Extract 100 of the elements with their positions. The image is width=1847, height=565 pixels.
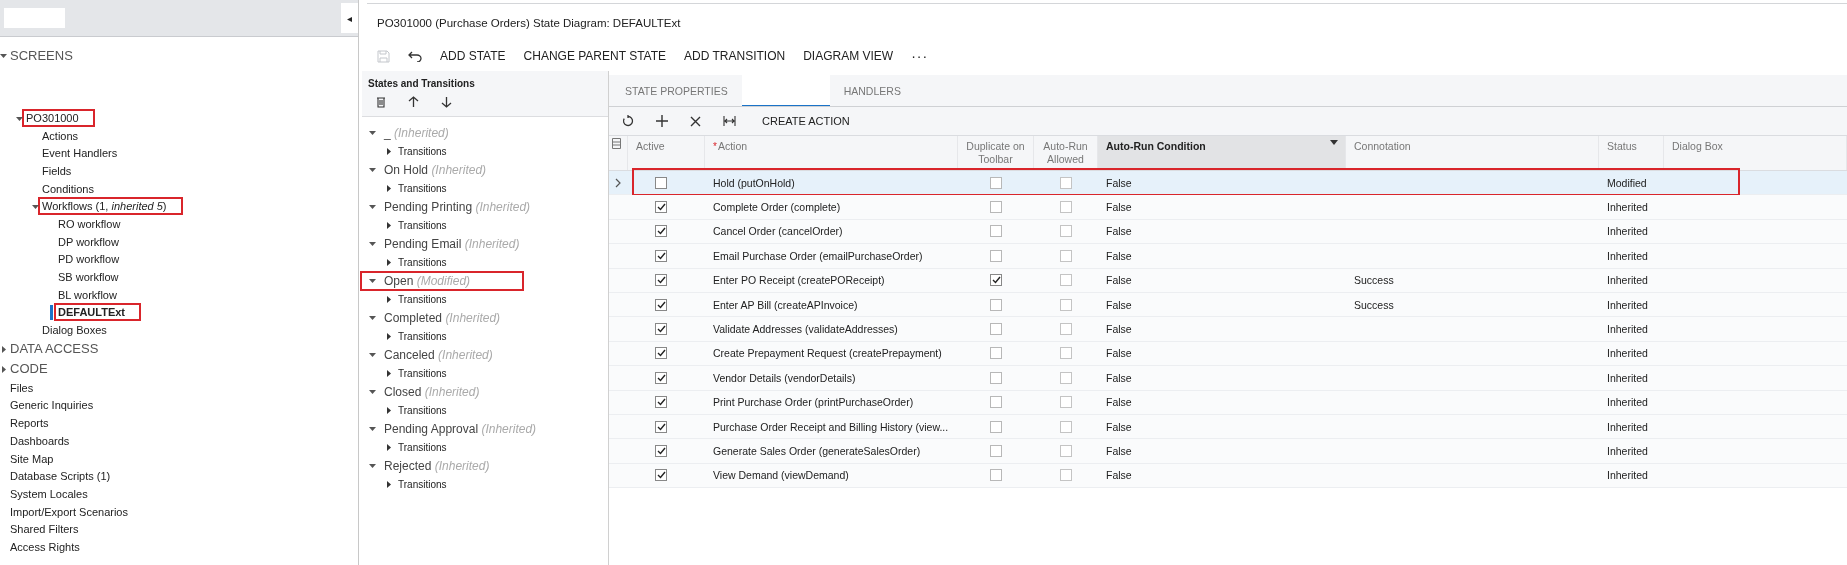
caret-right-icon[interactable] xyxy=(0,365,7,373)
tree-item[interactable]: Conditions xyxy=(38,179,98,198)
caret-right-icon[interactable] xyxy=(385,184,392,192)
checkbox[interactable] xyxy=(655,176,667,189)
checkbox[interactable] xyxy=(1060,298,1072,311)
tree-item[interactable]: DP workflow xyxy=(54,232,123,251)
checkbox[interactable] xyxy=(1060,323,1072,336)
caret-down-icon[interactable] xyxy=(369,240,376,247)
checkbox[interactable] xyxy=(1060,445,1072,457)
checkbox[interactable] xyxy=(990,396,1002,409)
tab[interactable] xyxy=(741,75,830,106)
caret-down-icon[interactable] xyxy=(369,351,376,358)
tree-item[interactable]: BL workflow xyxy=(54,285,121,304)
collapse-button[interactable]: ◂ xyxy=(341,3,358,33)
checkbox[interactable] xyxy=(1060,176,1072,189)
caret-right-icon[interactable] xyxy=(0,345,7,353)
tree-item[interactable]: SCREENS xyxy=(6,44,77,66)
caret-down-icon[interactable] xyxy=(0,52,7,59)
tree-item[interactable]: DEFAULTExt xyxy=(54,303,142,322)
checkbox[interactable] xyxy=(655,371,667,384)
add-icon[interactable] xyxy=(656,115,668,127)
toolbar-button[interactable]: CHANGE PARENT STATE xyxy=(523,49,667,63)
checkbox[interactable] xyxy=(990,249,1002,262)
checkbox[interactable] xyxy=(655,249,667,262)
tree-item[interactable]: PO301000 xyxy=(22,108,95,127)
tab[interactable]: HANDLERS xyxy=(843,75,915,106)
state-item[interactable]: Closed (Inherited) xyxy=(379,381,485,402)
column-header[interactable]: *Action xyxy=(705,136,958,170)
close-icon[interactable] xyxy=(690,115,701,127)
tree-item[interactable]: CODE xyxy=(6,358,52,380)
tree-item[interactable]: Transitions xyxy=(398,478,447,490)
tree-item[interactable]: Import/Export Scenarios xyxy=(6,502,132,521)
checkbox[interactable] xyxy=(990,201,1002,214)
toolbar-button[interactable]: ADD TRANSITION xyxy=(684,49,786,63)
column-settings-icon[interactable] xyxy=(612,138,621,149)
more-button[interactable]: ··· xyxy=(911,48,929,64)
tab[interactable]: STATE PROPERTIES xyxy=(625,75,742,106)
state-item[interactable]: Pending Email (Inherited) xyxy=(379,233,525,254)
column-header[interactable]: Active xyxy=(628,136,705,170)
checkbox[interactable] xyxy=(1060,274,1072,287)
arrow-down-icon[interactable] xyxy=(441,96,452,108)
caret-right-icon[interactable] xyxy=(385,332,392,340)
tree-item[interactable]: Reports xyxy=(6,414,53,433)
checkbox[interactable] xyxy=(990,371,1002,384)
tree-item[interactable]: RO workflow xyxy=(54,214,125,233)
search-field[interactable] xyxy=(4,8,65,28)
caret-right-icon[interactable] xyxy=(385,480,392,488)
checkbox[interactable] xyxy=(1060,347,1072,360)
checkbox[interactable] xyxy=(1060,420,1072,433)
tree-item[interactable]: SB workflow xyxy=(54,268,123,287)
checkbox[interactable] xyxy=(990,298,1002,311)
arrow-up-icon[interactable] xyxy=(408,96,419,108)
checkbox[interactable] xyxy=(655,445,667,457)
checkbox[interactable] xyxy=(990,274,1002,287)
toolbar-button[interactable]: ADD STATE xyxy=(440,49,506,63)
checkbox[interactable] xyxy=(655,298,667,311)
checkbox[interactable] xyxy=(655,469,667,482)
checkbox[interactable] xyxy=(655,274,667,287)
caret-right-icon[interactable] xyxy=(385,221,392,229)
tree-item[interactable]: Transitions xyxy=(398,441,447,453)
state-item[interactable]: On Hold (Inherited) xyxy=(379,159,492,180)
checkbox[interactable] xyxy=(655,420,667,433)
tree-item[interactable]: System Locales xyxy=(6,484,92,503)
tree-item[interactable]: Dashboards xyxy=(6,431,74,450)
caret-down-icon[interactable] xyxy=(369,462,376,469)
checkbox[interactable] xyxy=(990,445,1002,457)
tree-item[interactable]: Generic Inquiries xyxy=(6,396,98,415)
state-item[interactable]: Pending Approval (Inherited) xyxy=(379,418,542,439)
checkbox[interactable] xyxy=(990,420,1002,433)
tree-item[interactable]: Transitions xyxy=(398,293,447,305)
state-item[interactable]: Completed (Inherited) xyxy=(379,307,506,328)
caret-right-icon[interactable] xyxy=(385,443,392,451)
checkbox[interactable] xyxy=(1060,371,1072,384)
caret-down-icon[interactable] xyxy=(369,425,376,432)
caret-down-icon[interactable] xyxy=(32,203,39,211)
tree-item[interactable]: Workflows (1, inherited 5) xyxy=(38,197,183,216)
refresh-icon[interactable] xyxy=(622,115,634,127)
checkbox[interactable] xyxy=(655,396,667,409)
column-header[interactable]: Auto-Run Condition xyxy=(1098,136,1346,170)
caret-down-icon[interactable] xyxy=(369,203,376,210)
tree-item[interactable]: Database Scripts (1) xyxy=(6,467,115,486)
caret-right-icon[interactable] xyxy=(385,295,392,303)
checkbox[interactable] xyxy=(990,347,1002,360)
checkbox[interactable] xyxy=(1060,225,1072,238)
dropdown-caret-icon[interactable] xyxy=(1330,140,1338,145)
tree-item[interactable]: Actions xyxy=(38,126,83,145)
tree-item[interactable]: Transitions xyxy=(398,256,447,268)
caret-right-icon[interactable] xyxy=(385,147,392,155)
caret-right-icon[interactable] xyxy=(385,406,392,414)
tree-item[interactable]: PD workflow xyxy=(54,250,124,269)
tree-item[interactable]: Files xyxy=(6,378,38,397)
checkbox[interactable] xyxy=(1060,201,1072,214)
delete-icon[interactable] xyxy=(376,96,386,108)
tree-item[interactable]: Transitions xyxy=(398,145,447,157)
create-action-button[interactable]: CREATE ACTION xyxy=(762,115,850,127)
tree-item[interactable]: Access Rights xyxy=(6,537,84,556)
tree-item[interactable]: Transitions xyxy=(398,219,447,231)
caret-down-icon[interactable] xyxy=(369,166,376,173)
tree-item[interactable]: Dialog Boxes xyxy=(38,321,111,340)
tree-item[interactable]: Transitions xyxy=(398,330,447,342)
